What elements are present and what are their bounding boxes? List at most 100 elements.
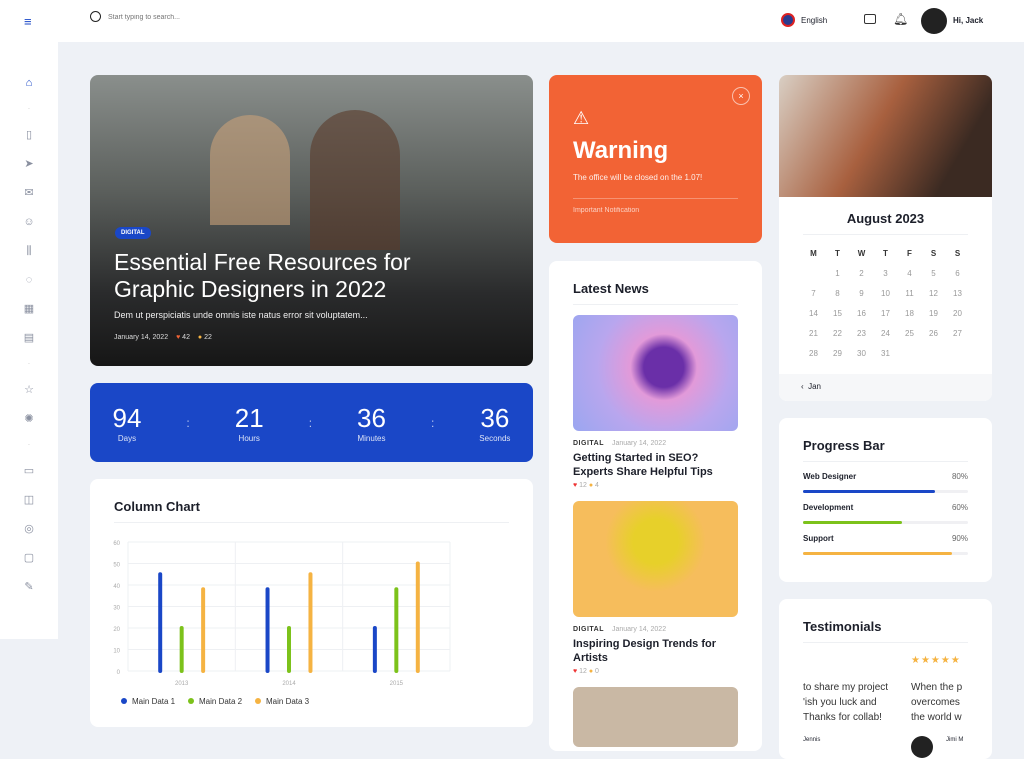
- countdown: 94 Days: 21 Hours: 36 Minutes: 36 Seconds: [90, 383, 533, 462]
- rating-stars: ★★★★★: [911, 655, 961, 666]
- calendar-day[interactable]: 3: [874, 263, 898, 283]
- calendar-day[interactable]: 28: [802, 343, 826, 363]
- y-tick-label: 60: [113, 541, 120, 547]
- pen-icon[interactable]: ✎: [22, 580, 36, 594]
- user-icon[interactable]: ☺: [22, 215, 36, 229]
- warning-icon: ⚠: [573, 108, 590, 128]
- legend-label: Main Data 2: [199, 697, 243, 706]
- calendar-day[interactable]: 23: [850, 323, 874, 343]
- progress-item: Web Designer 80%: [803, 472, 968, 493]
- calendar-day[interactable]: 25: [898, 323, 922, 343]
- legend-label: Main Data 3: [266, 697, 310, 706]
- sidebar: ⌂ · ▯ ➤ ✉ ☺ ⫼ ◌ ▦ ▤ · ☆ ✺ · ▭ ◫ ◎ ▢ ✎: [0, 42, 58, 639]
- calendar-day[interactable]: 27: [946, 323, 970, 343]
- menu-icon[interactable]: ≡: [24, 14, 32, 29]
- news-image-2[interactable]: [573, 501, 738, 617]
- calendar-day[interactable]: 19: [922, 303, 946, 323]
- progress-fill: [803, 521, 902, 524]
- countdown-hours: 21 Hours: [234, 402, 264, 443]
- news-image-1[interactable]: [573, 315, 738, 431]
- chart-icon[interactable]: ⫼: [22, 244, 36, 258]
- star-icon[interactable]: ☆: [22, 383, 36, 397]
- calendar-day[interactable]: 26: [922, 323, 946, 343]
- hero-tag[interactable]: DIGITAL: [115, 227, 151, 239]
- chart-title: Column Chart: [114, 499, 200, 514]
- progress-title: Progress Bar: [803, 438, 885, 453]
- calendar-day[interactable]: 12: [922, 283, 946, 303]
- hero-card[interactable]: DIGITAL Essential Free Resources for Gra…: [90, 75, 533, 366]
- news-image-3[interactable]: [573, 687, 738, 747]
- warning-message: The office will be closed on the 1.07!: [573, 173, 703, 182]
- close-icon[interactable]: ×: [732, 87, 750, 105]
- calendar-day[interactable]: 1: [826, 263, 850, 283]
- calendar-day[interactable]: 11: [898, 283, 922, 303]
- x-tick-label: 2014: [282, 681, 296, 687]
- globe-icon[interactable]: ◎: [22, 522, 36, 536]
- hero-likes: 42: [182, 334, 190, 341]
- calendar-day[interactable]: 13: [946, 283, 970, 303]
- calendar-day[interactable]: 14: [802, 303, 826, 323]
- y-tick-label: 10: [113, 649, 120, 655]
- calendar-icon[interactable]: ▦: [22, 302, 36, 316]
- avatar[interactable]: [921, 8, 947, 34]
- progress-item: Development 60%: [803, 503, 968, 524]
- briefcase-icon[interactable]: ▭: [22, 464, 36, 478]
- weekday: T: [883, 248, 888, 258]
- home-icon[interactable]: ⌂: [22, 76, 36, 90]
- progress-fill: [803, 490, 935, 493]
- calendar-day[interactable]: 31: [874, 343, 898, 363]
- hero-image-person: [310, 110, 400, 250]
- calendar-day[interactable]: 5: [922, 263, 946, 283]
- heart-icon: ♥: [176, 334, 181, 341]
- calendar-day[interactable]: 10: [874, 283, 898, 303]
- y-tick-label: 0: [117, 670, 121, 676]
- bulb-icon[interactable]: ✺: [22, 412, 36, 426]
- calendar-day[interactable]: 24: [874, 323, 898, 343]
- mail-icon[interactable]: ✉: [22, 186, 36, 200]
- hero-title[interactable]: Essential Free Resources for Graphic Des…: [114, 249, 454, 303]
- send-icon[interactable]: ➤: [22, 157, 36, 171]
- language-select[interactable]: English: [801, 16, 827, 25]
- calendar-day[interactable]: 6: [946, 263, 970, 283]
- chat-icon[interactable]: [864, 14, 876, 24]
- calendar-day[interactable]: 18: [898, 303, 922, 323]
- calendar-day[interactable]: 20: [946, 303, 970, 323]
- calendar-day[interactable]: 9: [850, 283, 874, 303]
- clipboard-icon[interactable]: ▯: [22, 128, 36, 142]
- calendar-day[interactable]: 22: [826, 323, 850, 343]
- progress-card: Progress Bar Web Designer 80% Development 6…: [779, 418, 992, 582]
- user-menu[interactable]: Hi, Jack: [953, 16, 983, 25]
- x-tick-label: 2015: [390, 681, 404, 687]
- progress-item: Support 90%: [803, 534, 968, 555]
- calendar-day[interactable]: 4: [898, 263, 922, 283]
- car-icon[interactable]: ◌: [22, 273, 36, 287]
- calendar-day[interactable]: 2: [850, 263, 874, 283]
- calendar-day[interactable]: 8: [826, 283, 850, 303]
- legend-marker: [188, 698, 194, 704]
- lock-icon[interactable]: ◫: [22, 493, 36, 507]
- search-icon[interactable]: [90, 11, 101, 22]
- calendar-day[interactable]: 30: [850, 343, 874, 363]
- bell-icon[interactable]: 🔔︎: [893, 12, 908, 26]
- weekday: S: [954, 248, 961, 258]
- weekday: M: [810, 248, 817, 258]
- calendar-title: August 2023: [846, 211, 925, 226]
- calendar-prev-button[interactable]: ‹ Jan: [779, 374, 992, 401]
- news-item-title[interactable]: Getting Started in SEO? Experts Share He…: [573, 451, 738, 479]
- calendar-day[interactable]: 21: [802, 323, 826, 343]
- news-item-title[interactable]: Inspiring Design Trends for Artists: [573, 637, 738, 665]
- calendar-day[interactable]: 29: [826, 343, 850, 363]
- calendar-day[interactable]: 17: [874, 303, 898, 323]
- warning-card: × ⚠ Warning The office will be closed on…: [549, 75, 762, 243]
- document-icon[interactable]: ▤: [22, 331, 36, 345]
- file-icon[interactable]: ▢: [22, 551, 36, 565]
- calendar-day[interactable]: 15: [826, 303, 850, 323]
- testimonials-title: Testimonials: [803, 619, 882, 634]
- progress-fill: [803, 552, 952, 555]
- countdown-seconds: 36 Seconds: [479, 402, 511, 443]
- calendar-day[interactable]: 7: [802, 283, 826, 303]
- calendar-day[interactable]: 16: [850, 303, 874, 323]
- search-input[interactable]: [108, 14, 308, 21]
- legend-marker: [255, 698, 261, 704]
- calendar-card: August 2023 M T W T F S S 1 2 3 4 5 6 7 8 9 10 11 12 13 14 15…: [779, 75, 992, 401]
